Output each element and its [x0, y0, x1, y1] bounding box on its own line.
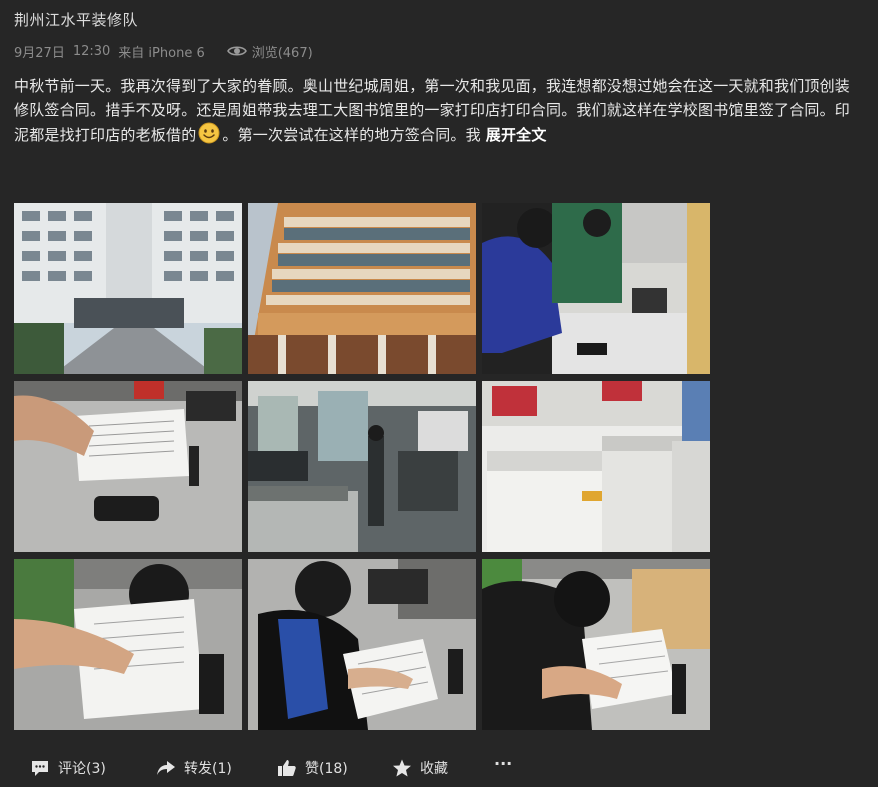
comment-button[interactable]: 评论(3) — [30, 758, 106, 778]
photo-man-signing[interactable] — [14, 559, 242, 730]
post-meta: 9月27日 12:30 来自 iPhone 6 浏览(467) — [14, 42, 313, 61]
repost-label: 转发(1) — [184, 761, 232, 777]
photo-man-signing-2[interactable] — [482, 559, 710, 730]
photo-copy-machines[interactable] — [482, 381, 710, 552]
star-icon — [393, 759, 411, 777]
post-source: 来自 iPhone 6 — [118, 45, 205, 61]
thumbs-up-icon — [278, 760, 296, 776]
weibo-post: 荆州江水平装修队 9月27日 12:30 来自 iPhone 6 浏览(467)… — [0, 0, 878, 787]
expand-full-text-link[interactable]: 展开全文 — [486, 126, 547, 144]
favorite-button[interactable]: 收藏 — [392, 758, 448, 778]
post-author[interactable]: 荆州江水平装修队 — [14, 9, 138, 30]
more-icon: ··· — [494, 754, 513, 773]
photo-contract-hand[interactable] — [14, 381, 242, 552]
repost-button[interactable]: 转发(1) — [156, 758, 232, 778]
eye-icon — [226, 46, 247, 56]
more-button[interactable]: ··· — [494, 754, 512, 773]
post-time: 12:30 — [72, 43, 111, 59]
photo-grid — [14, 203, 710, 730]
like-button[interactable]: 赞(18) — [277, 758, 348, 778]
post-text-part2: 。第一次尝试在这样的地方签合同。我 — [222, 126, 486, 144]
views-count: 浏览(467) — [251, 45, 313, 61]
comment-icon — [32, 761, 48, 776]
smiley-emoji-icon — [198, 122, 220, 144]
like-label: 赞(18) — [305, 761, 348, 777]
post-content: 中秋节前一天。我再次得到了大家的眷顾。奥山世纪城周姐，第一次和我见面，我连想都没… — [14, 74, 864, 147]
photo-building-library[interactable] — [248, 203, 476, 374]
post-action-bar: 评论(3) 转发(1) 赞(18) 收藏 ··· — [0, 744, 878, 787]
photo-printshop-signing[interactable] — [482, 203, 710, 374]
photo-printshop-interior[interactable] — [248, 381, 476, 552]
photo-building-white[interactable] — [14, 203, 242, 374]
comment-label: 评论(3) — [58, 761, 106, 777]
favorite-label: 收藏 — [420, 761, 448, 777]
repost-icon — [157, 761, 175, 775]
post-date: 9月27日 — [14, 45, 65, 61]
photo-woman-signing[interactable] — [248, 559, 476, 730]
post-views: 浏览(467) — [226, 42, 313, 61]
